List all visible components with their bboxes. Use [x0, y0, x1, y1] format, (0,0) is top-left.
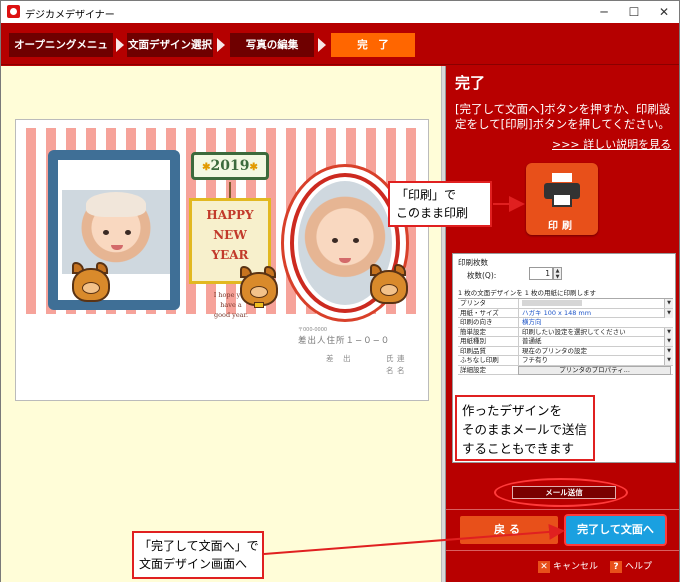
- setting-row-quality: 印刷品質 現在のプリンタの設定 ▼: [458, 346, 673, 356]
- year-plate: ✱2019✱: [191, 152, 269, 180]
- divider: [446, 509, 679, 510]
- setting-row-paper-type: 用紙種別 普通紙 ▼: [458, 337, 673, 347]
- help-label: ヘルプ: [625, 562, 653, 572]
- step-opening-menu[interactable]: オープニングメニュー: [9, 33, 113, 75]
- window-title: デジカメデザイナー: [25, 10, 115, 21]
- app-icon: [7, 5, 20, 18]
- help-button[interactable]: ? ヘルプ: [610, 559, 652, 573]
- close-icon: ✕: [538, 560, 550, 573]
- chevron-down-icon[interactable]: ▼: [664, 327, 673, 337]
- postcard-preview: ✱2019✱ HAPPY NEW YEAR I hope you have a …: [15, 119, 429, 401]
- orientation-value: 横方向: [518, 318, 668, 327]
- postal-code: 〒000-0000: [298, 327, 328, 333]
- chevron-down-icon[interactable]: ▼: [664, 299, 673, 308]
- app-window: デジカメデザイナー ─ ☐ ✕ オープニングメニュー 文面デザイン選択 写真の編…: [0, 0, 680, 582]
- printer-select[interactable]: [518, 299, 668, 308]
- setting-row-paper-size: 用紙・サイズ ハガキ 100 x 148 mm ▼: [458, 308, 673, 318]
- greeting-line: NEW: [213, 228, 247, 242]
- setting-row-advanced: 詳細設定 プリンタのプロパティ...: [458, 365, 673, 375]
- cancel-button[interactable]: ✕ キャンセル: [538, 559, 598, 573]
- step-design-select[interactable]: 文面デザイン選択: [127, 33, 213, 57]
- blurred-printer-name: [522, 300, 582, 306]
- star-icon: ✱: [249, 162, 258, 173]
- copies-spinner[interactable]: ▲ ▼: [553, 267, 562, 280]
- back-button[interactable]: 戻る: [460, 516, 558, 544]
- mail-callout: 作ったデザインを そのままメールで送信 することもできます: [455, 395, 595, 461]
- sign-string: [229, 182, 231, 198]
- print-button-label: 印刷: [548, 221, 576, 232]
- question-icon: ?: [610, 560, 622, 573]
- printer-properties-button[interactable]: プリンタのプロパティ...: [518, 365, 671, 375]
- chevron-down-icon[interactable]: ▼: [664, 346, 673, 356]
- step-arrow-icon: [318, 38, 326, 52]
- panel-description: [完了して文面へ]ボタンを押すか、印刷設定をして[印刷]ボタンを押してください。: [455, 102, 671, 131]
- sender-joint-name: 連名: [397, 354, 405, 375]
- star-icon: ✱: [202, 162, 211, 173]
- step-arrow-icon: [217, 38, 225, 52]
- maximize-button[interactable]: ☐: [619, 1, 649, 23]
- boar-illustration: [236, 262, 282, 308]
- borderless-select[interactable]: フチ有り: [518, 356, 668, 365]
- paper-type-select[interactable]: 普通紙: [518, 337, 668, 346]
- minimize-button[interactable]: ─: [589, 1, 619, 23]
- copies-label: 枚数(Q):: [467, 271, 497, 280]
- panel-title: 完了: [455, 74, 486, 92]
- step-photo-edit[interactable]: 写真の編集: [230, 33, 314, 57]
- sender-name: 氏名: [386, 354, 394, 375]
- easy-setting-select[interactable]: 印刷したい設定を選択してください: [518, 327, 668, 337]
- done-callout: 「完了して文面へ」で 文面デザイン画面へ: [132, 531, 264, 579]
- chevron-down-icon[interactable]: ▼: [664, 356, 673, 365]
- paper-size-select[interactable]: ハガキ 100 x 148 mm: [518, 308, 668, 318]
- chevron-down-icon[interactable]: ▼: [664, 308, 673, 318]
- greeting-line: HAPPY: [206, 208, 254, 222]
- setting-row-borderless: ふちなし印刷 フチ有り ▼: [458, 356, 673, 366]
- finish-to-design-button[interactable]: 完了して文面へ: [566, 516, 665, 544]
- step-arrow-icon: [116, 38, 124, 52]
- boar-illustration: [366, 260, 412, 306]
- printer-icon: [544, 173, 580, 207]
- chevron-down-icon[interactable]: ▼: [664, 337, 673, 346]
- print-callout: 「印刷」で このまま印刷: [388, 181, 492, 227]
- setting-row-easy: 簡単設定 印刷したい設定を選択してください ▼: [458, 327, 673, 337]
- copies-input[interactable]: 1: [529, 267, 553, 280]
- details-link[interactable]: >>> 詳しい説明を見る: [552, 136, 671, 152]
- setting-row-orientation: 印刷の向き 横方向: [458, 318, 673, 328]
- cancel-label: キャンセル: [553, 562, 599, 572]
- quality-select[interactable]: 現在のプリンタの設定: [518, 346, 668, 356]
- settings-note: 1 枚の文面デザインを 1 枚の用紙に印刷します: [458, 289, 596, 297]
- settings-grid: プリンタ ▼ 用紙・サイズ ハガキ 100 x 148 mm ▼ 印刷の向き 横…: [458, 298, 673, 375]
- year-text: 2019: [210, 158, 250, 174]
- mail-send-button[interactable]: メール送信: [512, 486, 616, 499]
- complete-panel: 完了 [完了して文面へ]ボタンを押すか、印刷設定をして[印刷]ボタンを押してくだ…: [446, 66, 679, 582]
- print-button[interactable]: 印刷: [526, 163, 598, 235]
- setting-row-printer: プリンタ ▼: [458, 299, 673, 309]
- close-button[interactable]: ✕: [649, 1, 679, 23]
- settings-heading: 印刷枚数: [458, 258, 488, 267]
- boar-illustration: [68, 258, 114, 304]
- sender-label: 差 出: [326, 354, 352, 363]
- step-complete[interactable]: 完 了: [331, 33, 415, 57]
- divider: [446, 550, 679, 551]
- sender-address: 差出人住所１−０−０: [298, 336, 391, 346]
- title-bar: デジカメデザイナー ─ ☐ ✕: [1, 1, 679, 23]
- step-navigation: オープニングメニュー 文面デザイン選択 写真の編集 完 了: [1, 23, 679, 75]
